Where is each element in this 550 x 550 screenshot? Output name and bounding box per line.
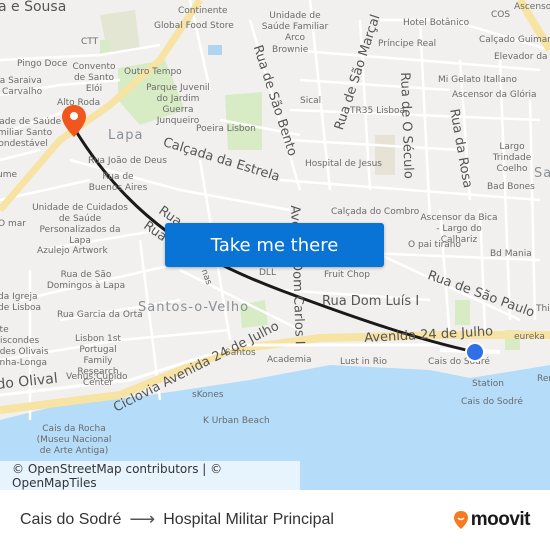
map-label: Poeira Lisbon	[196, 124, 256, 134]
area-label-santos-o-velho: Santos-o-Velho	[138, 300, 250, 315]
map-label: This	[536, 304, 550, 314]
map-label: Rua Garcia da Orta	[57, 310, 143, 320]
map-label: K Urban Beach	[203, 416, 270, 426]
map-label: Largo Trindade Coelho	[492, 142, 532, 174]
map-label: Fruit Chop	[324, 270, 371, 280]
map-label: Convento de Santo Elói	[72, 62, 116, 94]
map-label: Hospital de Jesus	[305, 159, 382, 169]
map-label: Ascensor da Bica - Largo do Calhariz	[420, 213, 498, 245]
map-label: da Igreja de Lisboa	[0, 292, 42, 313]
map-label: Continente	[178, 6, 228, 16]
map-label: Azulejo Artwork	[37, 246, 108, 256]
map-label: Pingo Doce	[17, 59, 68, 69]
destination-name: Hospital Militar Principal	[163, 510, 334, 528]
area-label: Sa	[534, 166, 550, 181]
map-label: Calçado Guimarães	[479, 35, 550, 45]
map-label: Unidade de Saúde Familiar Arco	[261, 11, 329, 43]
map-label: Santos	[225, 348, 256, 358]
map-label: Hotel Botânico	[403, 18, 470, 28]
map-label: DLL	[259, 268, 276, 278]
map-label: O mar	[0, 219, 26, 229]
map-label: Rua João de Deus	[88, 156, 167, 166]
map-label: Ascensor	[514, 2, 550, 12]
street-label: Rua Dom Luís I	[322, 294, 420, 309]
map-label: Elevador da G	[494, 52, 550, 62]
map-label: Bad Bones	[487, 182, 535, 192]
map-label: Global Food Store	[154, 21, 234, 31]
map-label: ete Viscondes ndes Olivais enha-Longa	[0, 325, 49, 368]
map-label: Cais da Rocha (Museu Nacional de Arte An…	[36, 424, 112, 456]
map-label: Outro Tempo	[124, 67, 182, 77]
route-summary: Cais do Sodré ⟶ Hospital Militar Princip…	[20, 509, 334, 530]
map-label: Station	[472, 379, 504, 389]
moovit-logo[interactable]: moovit	[453, 509, 531, 531]
map-label: Cais do Sodré	[461, 397, 523, 407]
footer: Cais do Sodré ⟶ Hospital Militar Princip…	[0, 490, 550, 550]
map-label: Rua Saraiva de Carvalho	[0, 76, 43, 97]
moovit-wordmark: moovit	[470, 509, 531, 530]
moovit-pin-icon	[453, 511, 468, 529]
map-label: COS	[491, 10, 511, 20]
map[interactable]: a e Sousa Continente Global Food Store U…	[0, 0, 550, 490]
arrow-right-icon: ⟶	[129, 509, 156, 529]
map-label: Ascensor da Glória	[452, 90, 537, 100]
map-label: Sical	[300, 96, 322, 106]
map-label: TR35 Lisboa	[350, 106, 406, 116]
map-label: Parque Juvenil do Jardim Guerra Junqueir…	[146, 83, 210, 126]
map-label: CTT	[81, 37, 99, 47]
origin-marker-icon[interactable]	[465, 342, 485, 362]
map-label: Unidade de Cuidados de Saúde Personaliza…	[32, 203, 128, 246]
map-label: Rua de São Domingos à Lapa	[46, 270, 126, 291]
destination-pin-icon[interactable]	[61, 104, 87, 138]
map-label: Rua de Buenos Aires	[88, 172, 148, 193]
map-label: Ren	[537, 374, 550, 384]
map-label: Academia	[267, 355, 312, 365]
map-label: Príncipe Real	[378, 39, 437, 49]
map-label: Unidade de Saúde Familiar Santo Condestá…	[0, 117, 62, 149]
map-label: Bd Mania	[490, 249, 532, 259]
map-label: Lust in Rio	[340, 357, 387, 367]
pond	[208, 45, 222, 55]
map-label: ume	[0, 170, 18, 180]
area-label-lapa: Lapa	[108, 128, 144, 143]
map-label: Brownie	[272, 45, 309, 55]
map-label: a e Sousa	[0, 0, 67, 15]
map-label: Calçada do Combro	[331, 207, 420, 217]
park-area	[455, 300, 470, 325]
street-label: Rua de O Século	[397, 71, 416, 180]
map-label: Venus;Cupido	[66, 372, 128, 382]
map-label: eureka	[514, 332, 545, 342]
map-attribution[interactable]: © OpenStreetMap contributors | © OpenMap…	[0, 461, 300, 490]
map-label: sKones	[192, 390, 224, 400]
take-me-there-button[interactable]: Take me there	[165, 223, 384, 267]
origin-name: Cais do Sodré	[20, 510, 122, 528]
map-label: Mi Gelato Itallano	[438, 75, 517, 85]
